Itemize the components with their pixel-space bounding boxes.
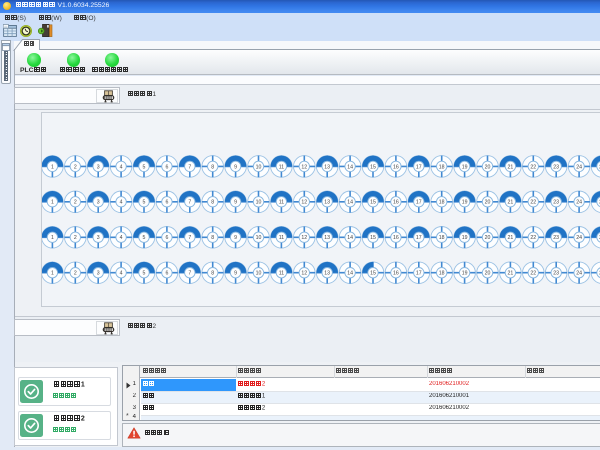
- svg-text:2: 2: [74, 164, 77, 170]
- svg-text:7: 7: [188, 235, 191, 241]
- svg-text:14: 14: [347, 164, 353, 170]
- svg-text:6: 6: [165, 271, 168, 277]
- svg-text:18: 18: [439, 271, 445, 277]
- svg-text:4: 4: [120, 235, 123, 241]
- svg-text:24: 24: [576, 271, 582, 277]
- svg-text:22: 22: [530, 164, 536, 170]
- svg-text:11: 11: [279, 164, 284, 170]
- svg-text:20: 20: [485, 271, 491, 277]
- svg-text:11: 11: [279, 200, 284, 206]
- svg-text:1: 1: [51, 200, 54, 206]
- svg-text:6: 6: [165, 200, 168, 206]
- svg-text:5: 5: [143, 164, 146, 170]
- svg-text:5: 5: [143, 200, 146, 206]
- svg-text:23: 23: [553, 235, 559, 241]
- svg-text:13: 13: [324, 271, 330, 277]
- svg-text:19: 19: [462, 235, 468, 241]
- svg-text:18: 18: [439, 164, 445, 170]
- svg-text:13: 13: [324, 164, 330, 170]
- svg-text:7: 7: [188, 271, 191, 277]
- svg-text:16: 16: [393, 200, 399, 206]
- svg-text:23: 23: [553, 200, 559, 206]
- svg-text:4: 4: [120, 271, 123, 277]
- svg-text:20: 20: [485, 235, 491, 241]
- svg-text:13: 13: [324, 235, 330, 241]
- svg-text:7: 7: [188, 164, 191, 170]
- svg-text:5: 5: [143, 235, 146, 241]
- svg-text:14: 14: [347, 235, 353, 241]
- svg-text:8: 8: [211, 235, 214, 241]
- svg-text:7: 7: [188, 200, 191, 206]
- svg-text:24: 24: [576, 200, 582, 206]
- svg-text:11: 11: [279, 271, 284, 277]
- svg-text:10: 10: [256, 200, 262, 206]
- svg-text:11: 11: [279, 235, 284, 241]
- svg-text:1: 1: [51, 271, 54, 277]
- svg-text:17: 17: [416, 235, 422, 241]
- svg-text:14: 14: [347, 271, 353, 277]
- svg-text:9: 9: [234, 271, 237, 277]
- svg-text:21: 21: [508, 271, 514, 277]
- svg-text:10: 10: [256, 271, 262, 277]
- svg-text:10: 10: [256, 235, 262, 241]
- svg-text:2: 2: [74, 200, 77, 206]
- svg-text:9: 9: [234, 164, 237, 170]
- svg-text:1: 1: [51, 164, 54, 170]
- svg-text:9: 9: [234, 235, 237, 241]
- svg-text:12: 12: [301, 164, 307, 170]
- svg-text:2: 2: [74, 271, 77, 277]
- svg-text:13: 13: [324, 200, 330, 206]
- svg-text:2: 2: [74, 235, 77, 241]
- svg-text:18: 18: [439, 235, 445, 241]
- svg-text:19: 19: [462, 200, 468, 206]
- svg-text:21: 21: [508, 200, 514, 206]
- svg-text:22: 22: [530, 271, 536, 277]
- svg-text:15: 15: [370, 271, 376, 277]
- svg-text:3: 3: [97, 235, 100, 241]
- svg-text:4: 4: [120, 164, 123, 170]
- svg-text:23: 23: [553, 164, 559, 170]
- svg-text:1: 1: [51, 235, 54, 241]
- svg-text:4: 4: [120, 200, 123, 206]
- svg-text:10: 10: [256, 164, 262, 170]
- svg-text:14: 14: [347, 200, 353, 206]
- svg-text:23: 23: [553, 271, 559, 277]
- svg-text:12: 12: [301, 200, 307, 206]
- svg-text:8: 8: [211, 271, 214, 277]
- svg-text:24: 24: [576, 164, 582, 170]
- svg-text:17: 17: [416, 200, 422, 206]
- svg-text:16: 16: [393, 235, 399, 241]
- svg-text:21: 21: [508, 164, 514, 170]
- svg-text:19: 19: [462, 271, 468, 277]
- svg-text:15: 15: [370, 235, 376, 241]
- svg-text:20: 20: [485, 200, 491, 206]
- svg-text:18: 18: [439, 200, 445, 206]
- svg-text:16: 16: [393, 164, 399, 170]
- svg-text:3: 3: [97, 200, 100, 206]
- svg-text:15: 15: [370, 164, 376, 170]
- svg-text:6: 6: [165, 164, 168, 170]
- svg-text:9: 9: [234, 200, 237, 206]
- svg-text:19: 19: [462, 164, 468, 170]
- svg-text:22: 22: [530, 200, 536, 206]
- svg-text:17: 17: [416, 271, 422, 277]
- svg-text:3: 3: [97, 271, 100, 277]
- svg-text:16: 16: [393, 271, 399, 277]
- svg-text:15: 15: [370, 200, 376, 206]
- svg-text:8: 8: [211, 164, 214, 170]
- svg-text:17: 17: [416, 164, 422, 170]
- svg-text:24: 24: [576, 235, 582, 241]
- svg-text:22: 22: [530, 235, 536, 241]
- svg-text:6: 6: [165, 235, 168, 241]
- svg-text:3: 3: [97, 164, 100, 170]
- svg-text:12: 12: [301, 235, 307, 241]
- svg-text:12: 12: [301, 271, 307, 277]
- svg-text:8: 8: [211, 200, 214, 206]
- svg-text:21: 21: [508, 235, 514, 241]
- svg-text:20: 20: [485, 164, 491, 170]
- svg-text:5: 5: [143, 271, 146, 277]
